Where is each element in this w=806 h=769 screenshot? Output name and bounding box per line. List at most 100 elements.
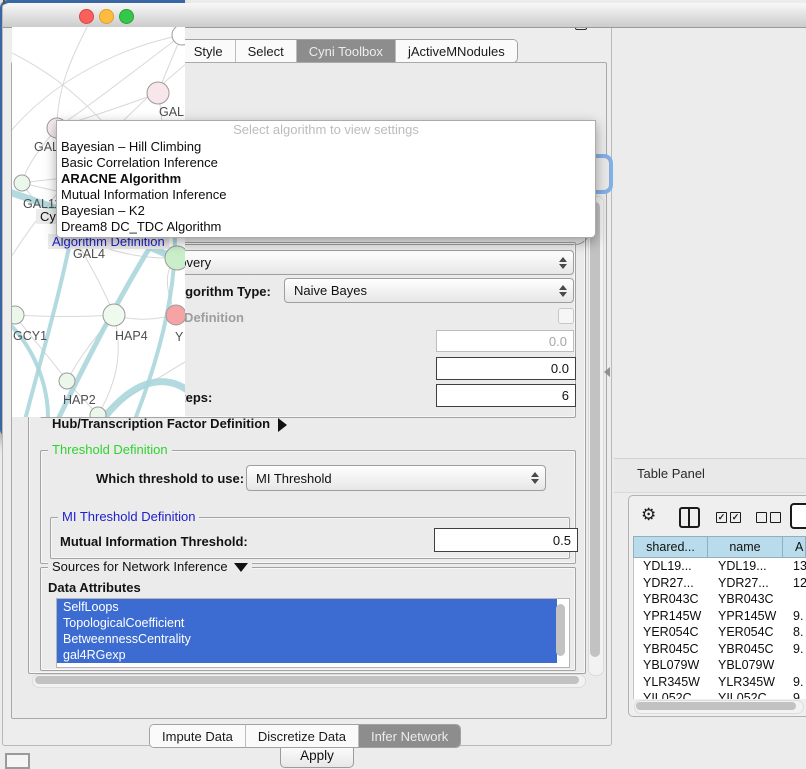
table-cell[interactable]: YLR345W	[634, 675, 709, 689]
dropdown-item[interactable]: Bayesian – Hill Climbing	[57, 139, 595, 155]
table-cell[interactable]: YPR145W	[709, 609, 784, 623]
table-cell[interactable]: YBR043C	[709, 592, 784, 606]
tab-infer-network[interactable]: Infer Network	[359, 725, 460, 747]
dropdown-item[interactable]: Bayesian – K2	[57, 203, 595, 219]
network-node[interactable]	[166, 305, 185, 325]
column-header-partial[interactable]: A	[783, 536, 806, 558]
column-header-name[interactable]: name	[708, 536, 783, 558]
table-cell[interactable]: YBR043C	[634, 592, 709, 606]
close-button[interactable]	[79, 9, 94, 24]
dropdown-item[interactable]: Mutual Information Inference	[57, 187, 595, 203]
table-horizontal-scrollbar-thumb[interactable]	[636, 702, 796, 710]
aracne-mode-combo[interactable]: Discovery	[144, 250, 574, 275]
table-cell[interactable]: YDL19...	[709, 559, 784, 573]
table-row[interactable]: YPR145WYPR145W9.	[634, 608, 806, 625]
gear-icon[interactable]: ⚙	[641, 505, 656, 525]
deselect-all-icon[interactable]	[770, 512, 781, 523]
tab-style[interactable]: Style	[182, 40, 236, 62]
apply-label: Apply	[300, 748, 334, 763]
stepper-arrows-icon	[558, 257, 567, 269]
mi-threshold-label: Mutual Information Threshold:	[60, 534, 248, 549]
table-cell[interactable]: YLR345W	[709, 675, 784, 689]
table-cell[interactable]: 9.	[784, 675, 806, 689]
table-cell[interactable]: YDR27...	[709, 576, 784, 590]
kernel-width-field[interactable]: 0.0	[436, 330, 574, 352]
network-node[interactable]	[103, 304, 125, 326]
table-row[interactable]: YDR27...YDR27...12	[634, 575, 806, 592]
attribute-list-item[interactable]: gal4RGexp	[57, 647, 557, 663]
table-cell[interactable]: YIL052C	[709, 691, 784, 699]
sources-toggle[interactable]: Sources for Network Inference	[48, 559, 252, 574]
node-label: Y	[175, 330, 184, 344]
table-cell[interactable]: 9.	[784, 609, 806, 623]
select-all-icon[interactable]: ✓	[716, 512, 727, 523]
table-cell[interactable]: YDR27...	[634, 576, 709, 590]
dropdown-item[interactable]: ARACNE Algorithm	[57, 171, 595, 187]
hub-section-toggle[interactable]: Hub/Transcription Factor Definition	[52, 416, 287, 432]
stepper-arrows-icon	[530, 472, 539, 484]
attribute-list-item[interactable]: BetweennessCentrality	[57, 631, 557, 647]
attribute-list-item[interactable]: SelfLoops	[57, 599, 557, 615]
splitter-collapse-arrow[interactable]	[604, 367, 610, 377]
mi-steps-field[interactable]: 6	[436, 384, 576, 407]
mi-threshold-field[interactable]: 0.5	[434, 528, 578, 552]
network-node[interactable]	[165, 246, 185, 270]
table-row[interactable]: YDL19...YDL19...13	[634, 558, 806, 575]
select-all-icon[interactable]: ✓	[730, 512, 741, 523]
dropdown-item[interactable]: Basic Correlation Inference	[57, 155, 595, 171]
tab-label: Style	[194, 44, 223, 59]
table-cell[interactable]: 9.	[784, 642, 806, 656]
table-cell[interactable]: 13	[784, 559, 806, 573]
manual-kernel-checkbox[interactable]	[558, 308, 574, 324]
network-node[interactable]	[12, 306, 24, 324]
table-cell[interactable]: YBR045C	[634, 642, 709, 656]
table-row[interactable]: YLR345WYLR345W9.	[634, 674, 806, 691]
settings-horizontal-scrollbar-thumb[interactable]	[35, 676, 579, 684]
table-cell[interactable]: YBL079W	[709, 658, 784, 672]
network-node[interactable]	[147, 82, 169, 104]
attributes-list-scrollbar-thumb[interactable]	[556, 604, 565, 656]
dpi-tolerance-field[interactable]: 0.0	[436, 357, 576, 380]
function-icon[interactable]	[790, 503, 806, 529]
minimize-button[interactable]	[99, 9, 114, 24]
table-cell[interactable]: YBL079W	[634, 658, 709, 672]
desktop: { "control_panel": { "title": "Control P…	[0, 0, 806, 762]
minimized-panel-button[interactable]	[5, 753, 30, 769]
table-row[interactable]: YBR045CYBR045C9.	[634, 641, 806, 658]
table-cell[interactable]: YIL052C	[634, 691, 709, 699]
dropdown-item[interactable]: Dream8 DC_TDC Algorithm	[57, 219, 595, 235]
network-node[interactable]	[59, 373, 75, 389]
table-cell[interactable]: YDL19...	[634, 559, 709, 573]
tab-discretize-data[interactable]: Discretize Data	[246, 725, 359, 747]
mi-type-combo[interactable]: Naive Bayes	[284, 278, 574, 303]
network-node[interactable]	[14, 175, 30, 191]
data-attributes-list[interactable]: SelfLoopsTopologicalCoefficientBetweenne…	[56, 598, 570, 668]
table-cell[interactable]: YPR145W	[634, 609, 709, 623]
table-row[interactable]: YER054CYER054C8.	[634, 624, 806, 641]
tab-label: Impute Data	[162, 729, 233, 744]
column-header-shared-name[interactable]: shared...	[633, 536, 708, 558]
tab-impute-data[interactable]: Impute Data	[150, 725, 246, 747]
tab-cyni-toolbox[interactable]: Cyni Toolbox	[297, 40, 396, 62]
zoom-button[interactable]	[119, 9, 134, 24]
tab-select[interactable]: Select	[236, 40, 297, 62]
table-row[interactable]: YBL079WYBL079W	[634, 657, 806, 674]
settings-vertical-scrollbar-thumb[interactable]	[590, 202, 600, 657]
table-cell[interactable]: YER054C	[709, 625, 784, 639]
table-cell[interactable]: YBR045C	[709, 642, 784, 656]
attribute-list-item[interactable]: TopologicalCoefficient	[57, 615, 557, 631]
node-label: HAP2	[63, 393, 96, 407]
table-cell[interactable]: YER054C	[634, 625, 709, 639]
table-row[interactable]: YIL052CYIL052C9.	[634, 690, 806, 699]
split-columns-icon[interactable]	[679, 507, 700, 528]
table-cell[interactable]: 12	[784, 576, 806, 590]
tab-jactivemnodules[interactable]: jActiveMNodules	[396, 40, 517, 62]
table-row[interactable]: YBR043CYBR043C	[634, 591, 806, 608]
which-threshold-combo[interactable]: MI Threshold	[246, 465, 546, 491]
combo-value: Naive Bayes	[294, 283, 367, 298]
network-node[interactable]	[172, 27, 185, 45]
deselect-all-icon[interactable]	[756, 512, 767, 523]
table-cell[interactable]: 8.	[784, 625, 806, 639]
table-cell[interactable]: 9.	[784, 691, 806, 699]
network-window-titlebar[interactable]	[3, 3, 806, 28]
